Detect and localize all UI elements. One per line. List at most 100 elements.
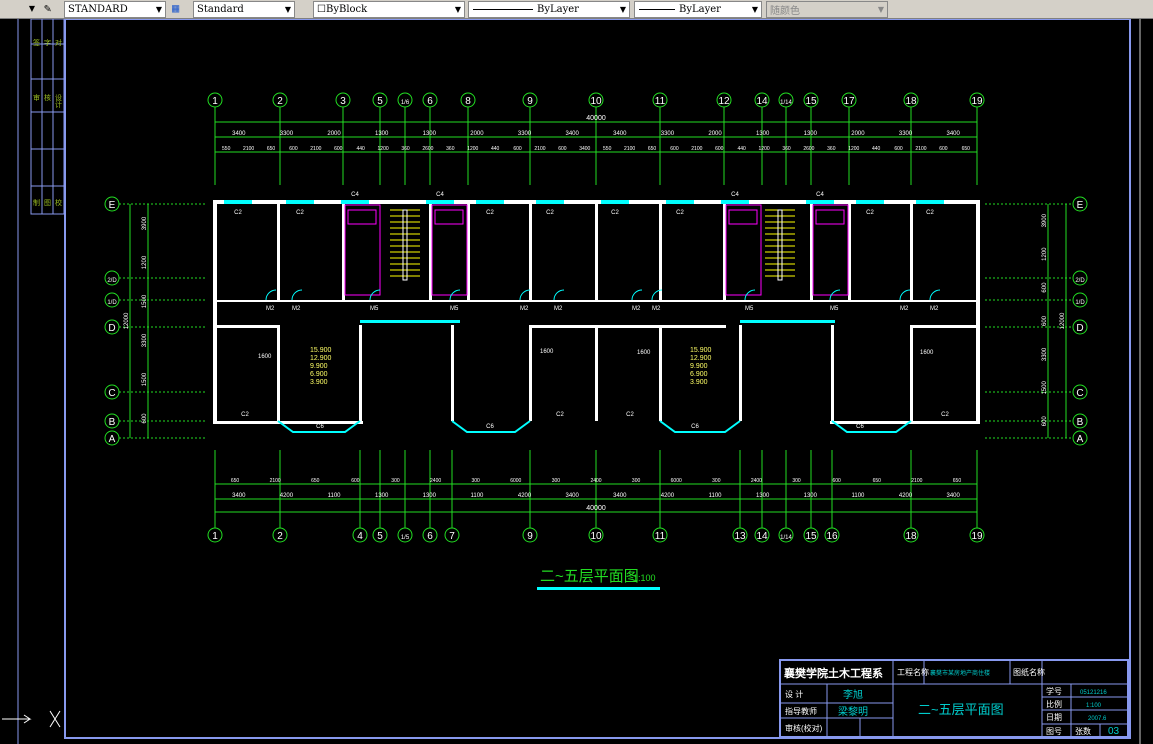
- dim-axis-text: 1300: [756, 493, 770, 499]
- linetype-dropdown[interactable]: ByLayer ▼: [468, 1, 630, 18]
- window-label: C2: [626, 412, 634, 418]
- text-style-icon[interactable]: ✎: [44, 1, 51, 15]
- line-sample-icon: [639, 9, 675, 10]
- axis-label: 14: [756, 531, 768, 542]
- interior-wall: [213, 325, 277, 328]
- side-panel-label: 字: [44, 38, 52, 46]
- interior-wall: [739, 325, 742, 421]
- dim-detail-text: 440: [357, 146, 366, 152]
- axis-label: A: [109, 434, 116, 445]
- axis-label: 1/14: [780, 535, 792, 541]
- exterior-wall: [213, 204, 217, 424]
- dim-detail-text: 2400: [430, 478, 441, 484]
- text-style-dropdown[interactable]: STANDARD ▼: [64, 1, 166, 18]
- dim-axis-text: 4200: [661, 493, 675, 499]
- axis-label: 1: [212, 531, 218, 542]
- axis-label: 6: [427, 531, 433, 542]
- dim-axis-text: 3400: [947, 131, 961, 137]
- axis-label: 11: [655, 531, 666, 542]
- drawing-title: 二~五层平面图 1:100: [537, 568, 660, 590]
- dim-axis-text: 3400: [613, 493, 627, 499]
- dim-detail-text: 600: [670, 146, 679, 152]
- dim-detail-text: 440: [738, 146, 747, 152]
- window-label: C2: [234, 210, 242, 216]
- drawing-frame: [17, 19, 1141, 744]
- axis-label: 2/D: [107, 278, 117, 284]
- window-label: C4: [816, 192, 824, 198]
- axis-label: B: [1077, 417, 1084, 428]
- dim-style-icon[interactable]: ▦: [172, 1, 179, 15]
- side-panel-label: 校: [55, 198, 63, 207]
- elevation-label: 9.900: [310, 363, 328, 370]
- advisor-name: 梁黎明: [838, 705, 868, 718]
- plot-style-value: 随颜色: [770, 6, 800, 17]
- review-label: 审核(校对): [785, 723, 823, 733]
- lineweight-dropdown[interactable]: ByLayer ▼: [634, 1, 762, 18]
- dim-detail-text: 650: [962, 146, 971, 152]
- axis-label: 12: [718, 96, 730, 107]
- interior-wall: [451, 325, 454, 421]
- dim-total-text: 40000: [586, 505, 606, 512]
- dim-detail-text: 1200: [848, 146, 859, 152]
- school-name: 襄樊学院土木工程系: [783, 666, 883, 680]
- color-dropdown[interactable]: ☐ ByBlock ▼: [313, 1, 465, 18]
- side-panel-label: 图: [44, 199, 52, 207]
- axis-label: 5: [377, 531, 383, 542]
- dim-axis-text: 3400: [947, 493, 961, 499]
- axis-label: D: [1076, 323, 1083, 334]
- window-label: C2: [941, 412, 949, 418]
- count-label: 张数: [1075, 726, 1091, 736]
- dim-detail-text: 6000: [671, 478, 682, 484]
- axis-label: 2: [277, 96, 283, 107]
- side-panel: 签字审核设计制图校 对: [33, 38, 63, 207]
- axis-label: 1/D: [1075, 300, 1085, 306]
- axis-label: 14: [756, 96, 768, 107]
- side-panel-label: 核: [44, 93, 52, 102]
- line-sample-icon: [473, 9, 533, 10]
- dim-detail-text: 2100: [310, 146, 321, 152]
- axis-label: 15: [805, 531, 817, 542]
- designer-name: 李旭: [843, 688, 863, 701]
- interior-wall: [659, 204, 662, 300]
- drawing-canvas[interactable]: 签字审核设计制图校对 1 2 3 5 1/6 6 8 9 10 11 12 14 1/14 15 17 18 1…: [0, 19, 1153, 744]
- dim-axis-text: 2000: [708, 131, 722, 137]
- door-label: M2: [652, 306, 661, 312]
- dim-left-text: 600: [142, 413, 148, 424]
- interior-wall: [596, 325, 662, 328]
- door-label: M2: [520, 306, 529, 312]
- color-swatch-icon: ☐: [317, 4, 326, 15]
- interior-wall: [910, 325, 913, 421]
- side-panel-label: 审: [33, 93, 41, 102]
- plot-style-dropdown[interactable]: 随颜色 ▼: [766, 1, 888, 18]
- dim-detail-text: 440: [491, 146, 500, 152]
- side-panel-label: 对: [55, 38, 63, 46]
- dim-detail-text: 1200: [467, 146, 478, 152]
- axis-label: 13: [734, 531, 746, 542]
- bathtub-icon: [434, 209, 464, 225]
- bathroom-fixtures: [431, 204, 468, 296]
- axis-label: 16: [826, 531, 838, 542]
- interior-wall: [911, 325, 977, 328]
- dim-right-total-text: 12000: [1060, 312, 1066, 329]
- prev-dropdown[interactable]: ▼: [0, 1, 38, 16]
- window: [601, 200, 629, 204]
- elevation-label: 6.900: [690, 371, 708, 378]
- window-label: C2: [546, 210, 554, 216]
- dim-left-text: 1200: [142, 255, 148, 269]
- door-label: M2: [266, 306, 275, 312]
- dim-detail-text: 600: [715, 146, 724, 152]
- axis-label: 15: [805, 96, 817, 107]
- dim-axis-text: 3300: [661, 131, 675, 137]
- dim-style-dropdown[interactable]: Standard ▼: [193, 1, 295, 18]
- axis-label: C: [1076, 388, 1083, 399]
- bay-window: [659, 420, 741, 433]
- dim-axis-text: 1100: [328, 493, 342, 499]
- bathroom-fixtures: [344, 204, 381, 296]
- designer-label: 设 计: [785, 689, 803, 699]
- floor-plan: C2 C2 C4 C4 C2 C2 C2 C2 C4 C4 C2 C2 C2 C6 C6 C2 C2 C6 C6 C2…: [213, 192, 980, 433]
- elevation-label: 9.900: [690, 363, 708, 370]
- window: [536, 200, 564, 204]
- exterior-wall-south: [830, 421, 980, 424]
- axis-label: 17: [843, 96, 855, 107]
- dim-axis-text: 3300: [280, 131, 294, 137]
